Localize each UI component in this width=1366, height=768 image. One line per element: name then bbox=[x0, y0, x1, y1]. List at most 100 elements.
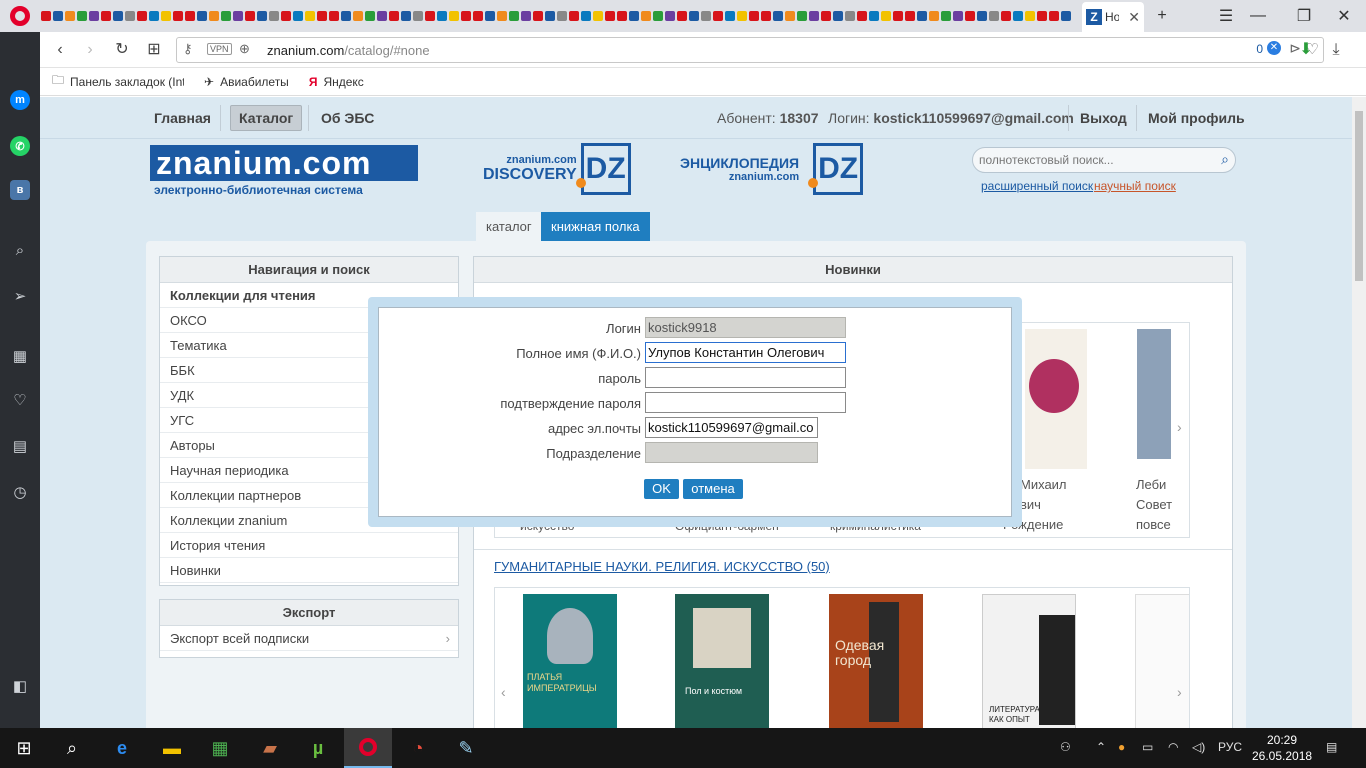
browser-mini-tab[interactable] bbox=[340, 4, 352, 28]
browser-mini-tab[interactable] bbox=[976, 4, 988, 28]
browser-mini-tab[interactable] bbox=[388, 4, 400, 28]
browser-mini-tab[interactable] bbox=[832, 4, 844, 28]
browser-mini-tab[interactable] bbox=[328, 4, 340, 28]
browser-mini-tab[interactable] bbox=[580, 4, 592, 28]
tray-app-icon[interactable]: ● bbox=[1118, 740, 1125, 754]
vk-icon[interactable]: в bbox=[10, 180, 30, 200]
browser-mini-tab[interactable] bbox=[256, 4, 268, 28]
browser-mini-tab[interactable] bbox=[124, 4, 136, 28]
tab-bookshelf[interactable]: книжная полка bbox=[541, 212, 650, 241]
book-cover-dressing-city[interactable]: Одевая город bbox=[829, 594, 923, 728]
paint-icon[interactable]: ✎ bbox=[442, 728, 490, 768]
search-icon[interactable]: ⌕ bbox=[10, 240, 30, 260]
minimize-button[interactable]: — bbox=[1236, 0, 1280, 32]
browser-mini-tab[interactable] bbox=[448, 4, 460, 28]
confirm-password-input[interactable] bbox=[645, 392, 846, 413]
browser-mini-tab[interactable] bbox=[1012, 4, 1024, 28]
people-icon[interactable]: ⚇ bbox=[1060, 740, 1071, 754]
browser-mini-tab[interactable] bbox=[640, 4, 652, 28]
browser-mini-tab[interactable] bbox=[532, 4, 544, 28]
browser-mini-tab[interactable] bbox=[280, 4, 292, 28]
browser-mini-tab[interactable] bbox=[1024, 4, 1036, 28]
language-indicator[interactable]: РУС bbox=[1218, 740, 1242, 754]
messenger-icon[interactable]: m bbox=[10, 90, 30, 110]
advanced-search-link[interactable]: расширенный поиск bbox=[981, 179, 1093, 193]
browser-mini-tab[interactable] bbox=[496, 4, 508, 28]
adblock-icon[interactable]: ✕ bbox=[1267, 41, 1281, 55]
browser-mini-tab[interactable] bbox=[460, 4, 472, 28]
book-cover[interactable] bbox=[1025, 329, 1087, 469]
encyclopedia-logo[interactable]: ЭНЦИКЛОПЕДИЯ znanium.com DZ bbox=[680, 143, 864, 195]
browser-mini-tab[interactable] bbox=[700, 4, 712, 28]
nav-home-link[interactable]: Главная bbox=[154, 110, 211, 126]
browser-mini-tab[interactable] bbox=[208, 4, 220, 28]
browser-mini-tab[interactable] bbox=[268, 4, 280, 28]
browser-mini-tab[interactable] bbox=[52, 4, 64, 28]
browser-mini-tab[interactable] bbox=[808, 4, 820, 28]
browser-mini-tab[interactable] bbox=[676, 4, 688, 28]
forward-button[interactable]: › bbox=[80, 40, 100, 60]
znanium-logo[interactable]: znanium.com электронно-библиотечная сист… bbox=[150, 145, 418, 199]
browser-mini-tab[interactable] bbox=[928, 4, 940, 28]
browser-mini-tab[interactable] bbox=[1060, 4, 1072, 28]
bookmark-aviabilety[interactable]: ✈ Авиабилеты bbox=[204, 75, 289, 89]
browser-mini-tab[interactable] bbox=[412, 4, 424, 28]
browser-mini-tab[interactable] bbox=[472, 4, 484, 28]
browser-mini-tab[interactable] bbox=[400, 4, 412, 28]
browser-mini-tab[interactable] bbox=[148, 4, 160, 28]
book-cover-empress[interactable]: ПЛАТЬЯ ИМПЕРАТРИЦЫ bbox=[523, 594, 617, 728]
browser-mini-tab[interactable] bbox=[904, 4, 916, 28]
book-cover[interactable] bbox=[1137, 329, 1171, 459]
bookmark-panel-folder[interactable]: 🗀 Панель закладок (Int bbox=[52, 71, 184, 92]
browser-mini-tab[interactable] bbox=[292, 4, 304, 28]
notifications-icon[interactable]: ▤ bbox=[1326, 740, 1337, 754]
url-field[interactable]: ⚷ VPN ⊕ znanium.com/catalog/#none 0 ✕ ⊳ … bbox=[176, 37, 1324, 63]
nav-catalog-link[interactable]: Каталог bbox=[230, 105, 303, 131]
browser-mini-tab[interactable] bbox=[436, 4, 448, 28]
opera-menu-button[interactable] bbox=[0, 0, 40, 32]
browser-mini-tab[interactable] bbox=[136, 4, 148, 28]
browser-mini-tab[interactable] bbox=[748, 4, 760, 28]
battery-icon[interactable]: ▭ bbox=[1142, 740, 1153, 754]
browser-mini-tab[interactable] bbox=[220, 4, 232, 28]
carousel-next-icon[interactable]: › bbox=[1177, 684, 1182, 700]
downloads-icon[interactable]: ⤓ bbox=[1326, 40, 1346, 60]
section-humanities-link[interactable]: ГУМАНИТАРНЫЕ НАУКИ. РЕЛИГИЯ. ИСКУССТВО (… bbox=[494, 559, 830, 574]
nav-item[interactable]: История чтения bbox=[160, 533, 458, 558]
browser-mini-tab[interactable] bbox=[1000, 4, 1012, 28]
browser-mini-tab[interactable] bbox=[40, 4, 52, 28]
browser-mini-tab[interactable] bbox=[568, 4, 580, 28]
browser-mini-tab[interactable] bbox=[604, 4, 616, 28]
book-cover-literature[interactable]: ЛИТЕРАТУРА КАК ОПЫТ bbox=[982, 594, 1076, 728]
clock[interactable]: 20:29 26.05.2018 bbox=[1252, 732, 1312, 764]
browser-mini-tab[interactable] bbox=[988, 4, 1000, 28]
discovery-logo[interactable]: znanium.com DISCOVERY DZ bbox=[483, 143, 631, 195]
history-icon[interactable]: ◷ bbox=[10, 482, 30, 502]
close-tab-icon[interactable]: ✕ bbox=[1128, 9, 1140, 26]
browser-mini-tab[interactable] bbox=[628, 4, 640, 28]
edge-icon[interactable]: e bbox=[98, 728, 146, 768]
nav-about-link[interactable]: Об ЭБС bbox=[321, 110, 374, 126]
scientific-search-link[interactable]: научный поиск bbox=[1094, 179, 1176, 193]
volume-icon[interactable]: ◁) bbox=[1192, 740, 1205, 754]
logout-link[interactable]: Выход bbox=[1080, 110, 1127, 126]
browser-mini-tab[interactable] bbox=[664, 4, 676, 28]
browser-mini-tab[interactable] bbox=[520, 4, 532, 28]
browser-mini-tab[interactable] bbox=[616, 4, 628, 28]
browser-mini-tab[interactable] bbox=[688, 4, 700, 28]
browser-mini-tab[interactable] bbox=[112, 4, 124, 28]
scrollbar-thumb[interactable] bbox=[1355, 111, 1363, 281]
email-input[interactable]: kostick110599697@gmail.co bbox=[645, 417, 818, 438]
browser-mini-tab[interactable] bbox=[892, 4, 904, 28]
browser-mini-tab[interactable] bbox=[364, 4, 376, 28]
browser-mini-tab[interactable] bbox=[544, 4, 556, 28]
browser-mini-tab[interactable] bbox=[484, 4, 496, 28]
browser-mini-tab[interactable] bbox=[772, 4, 784, 28]
browser-mini-tab[interactable] bbox=[868, 4, 880, 28]
browser-mini-tab[interactable] bbox=[820, 4, 832, 28]
tab-catalog[interactable]: каталог bbox=[476, 212, 542, 241]
browser-mini-tab[interactable] bbox=[880, 4, 892, 28]
extension-download-icon[interactable]: ⬇ bbox=[1296, 40, 1316, 60]
browser-mini-tab[interactable] bbox=[1036, 4, 1048, 28]
browser-mini-tab[interactable] bbox=[76, 4, 88, 28]
